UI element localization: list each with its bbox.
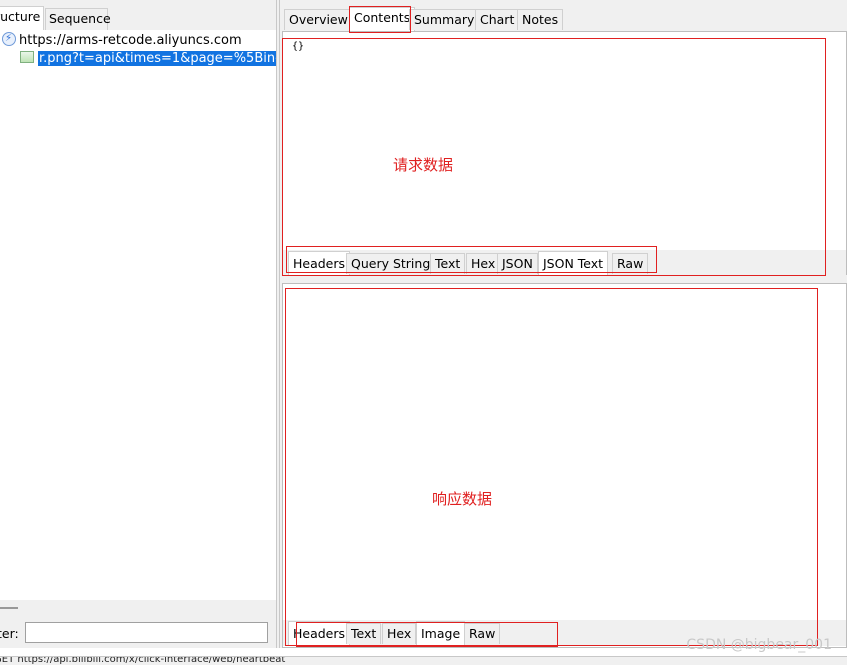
request-tab-json-text[interactable]: JSON Text: [538, 251, 609, 275]
main-tabbar: Overview Contents Summary Chart Notes: [280, 0, 847, 31]
status-text: GET https://api.bilibili.com/x/click-int…: [0, 656, 286, 665]
host-lightning-icon: [2, 30, 16, 48]
image-file-icon: [20, 51, 34, 63]
tree-request-node[interactable]: r.png?t=api&times=1&page=%5Bindex%: [20, 50, 276, 68]
response-tab-raw[interactable]: Raw: [464, 623, 501, 644]
tree-host-node[interactable]: https://arms-retcode.aliyuncs.com: [2, 30, 242, 50]
tree-request-label: r.png?t=api&times=1&page=%5Bindex%: [38, 51, 276, 66]
tab-notes[interactable]: Notes: [517, 9, 564, 30]
response-tab-text[interactable]: Text: [346, 623, 382, 644]
watermark: CSDN @bigbear_001: [686, 637, 832, 653]
request-tab-hex[interactable]: Hex: [466, 253, 501, 274]
tab-sequence[interactable]: Sequence: [45, 8, 111, 30]
split-handle[interactable]: [0, 607, 18, 609]
request-subtabbar: Headers Query String Text Hex JSON JSON …: [283, 250, 846, 276]
filter-bar: ter:: [0, 600, 276, 648]
response-data-annotation: 响应数据: [432, 490, 493, 508]
response-tab-hex[interactable]: Hex: [382, 623, 417, 644]
tab-contents[interactable]: Contents: [349, 7, 416, 31]
tab-structure[interactable]: ructure: [0, 6, 44, 30]
request-tab-text[interactable]: Text: [430, 253, 466, 274]
left-tabbar: ructure Sequence: [0, 0, 276, 30]
tab-overview[interactable]: Overview: [284, 9, 353, 30]
request-tab-raw[interactable]: Raw: [612, 253, 649, 274]
request-tab-query-string[interactable]: Query String: [346, 253, 436, 274]
response-panel: Headers Text Hex Image Raw: [282, 283, 847, 648]
filter-input[interactable]: [25, 622, 268, 643]
response-tab-image[interactable]: Image: [416, 621, 466, 645]
horizontal-splitter[interactable]: [280, 275, 847, 283]
tab-summary[interactable]: Summary: [409, 9, 480, 30]
structure-pane: ructure Sequence https://arms-retcode.al…: [0, 0, 276, 648]
request-tab-json[interactable]: JSON: [497, 253, 538, 274]
tab-chart[interactable]: Chart: [475, 9, 520, 30]
filter-label: ter:: [0, 626, 19, 641]
request-body-text: {}: [292, 41, 305, 52]
status-bar: GET https://api.bilibili.com/x/click-int…: [0, 656, 847, 665]
details-pane: Overview Contents Summary Chart Notes {}…: [280, 0, 847, 648]
request-tab-headers[interactable]: Headers: [288, 251, 351, 275]
request-data-annotation: 请求数据: [393, 156, 454, 174]
response-tab-headers[interactable]: Headers: [288, 621, 351, 645]
tree-host-label: https://arms-retcode.aliyuncs.com: [19, 33, 242, 48]
request-panel: {} Headers Query String Text Hex JSON JS…: [282, 31, 847, 276]
